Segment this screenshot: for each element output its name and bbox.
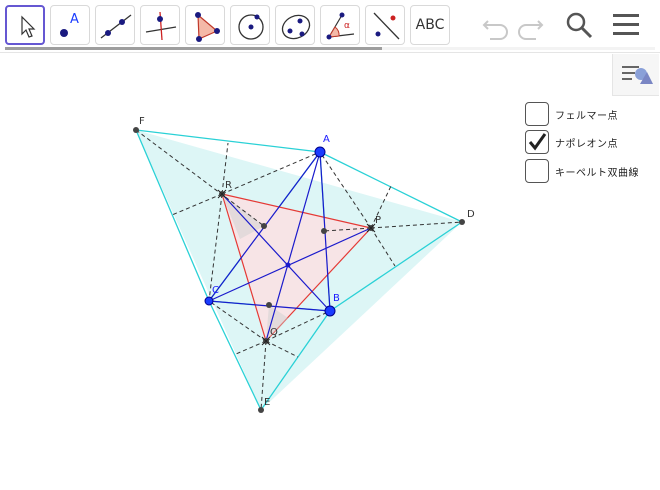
toolbar-scroll-track[interactable] — [5, 47, 655, 50]
move-tool-button[interactable] — [5, 5, 45, 45]
checkbox-napoleon-label: ナポレオン点 — [555, 138, 618, 150]
checkbox-napoleon[interactable]: ナポレオン点 — [525, 129, 618, 155]
checkbox-fermat-box[interactable] — [525, 102, 549, 126]
search-button[interactable] — [562, 8, 596, 42]
menu-icon — [613, 14, 639, 35]
point-tool-glyph: A — [70, 12, 79, 27]
reflect-tool-button[interactable] — [365, 5, 405, 45]
polygon-icon — [195, 12, 220, 42]
style-bar-toggle[interactable] — [612, 54, 659, 96]
toolbar-scroll-thumb[interactable] — [5, 47, 382, 50]
angle-icon — [326, 12, 355, 40]
circle-tool-button[interactable] — [230, 5, 270, 45]
point-c[interactable] — [204, 296, 214, 306]
label-d: D — [467, 209, 475, 220]
polygon-tool-button[interactable] — [185, 5, 225, 45]
label-c: C — [212, 285, 219, 296]
label-q: Q — [270, 327, 278, 338]
point-d[interactable] — [459, 219, 465, 225]
line-icon — [100, 14, 132, 39]
reflect-icon — [373, 12, 400, 40]
point-f[interactable] — [133, 127, 139, 133]
label-e: E — [264, 397, 270, 408]
undo-icon — [482, 20, 508, 40]
angle-tool-glyph: α — [344, 21, 350, 31]
line-tool-button[interactable] — [95, 5, 135, 45]
menu-button[interactable] — [609, 8, 643, 42]
centroid-point-3 — [266, 302, 272, 308]
point-a[interactable] — [314, 146, 326, 158]
conic-tool-button[interactable] — [275, 5, 315, 45]
point-b[interactable] — [324, 305, 336, 317]
label-a: A — [323, 134, 330, 145]
redo-icon — [518, 20, 544, 40]
check-icon — [528, 133, 547, 151]
napoleon-point[interactable] — [285, 262, 291, 268]
search-icon — [566, 12, 593, 39]
circle-icon — [238, 14, 264, 40]
point-tool-button[interactable]: A — [50, 5, 90, 45]
toolbar: A α ABC — [0, 0, 660, 50]
label-f: F — [139, 116, 145, 127]
checkbox-kiepert-box[interactable] — [525, 159, 549, 183]
text-tool-button[interactable]: ABC — [410, 5, 450, 45]
label-r: R — [225, 180, 232, 191]
cursor-arrow-icon — [21, 15, 36, 38]
style-bar-icon — [622, 66, 653, 84]
centroid-point-2 — [321, 228, 327, 234]
perpendicular-line-icon — [145, 11, 177, 41]
label-b: B — [333, 293, 340, 304]
angle-tool-button[interactable]: α — [320, 5, 360, 45]
label-p: P — [375, 215, 381, 226]
checkbox-kiepert[interactable]: キーペルト双曲線 — [525, 158, 639, 184]
text-tool-label: ABC — [415, 17, 445, 33]
ellipse-icon — [281, 14, 311, 40]
perpendicular-line-tool-button[interactable] — [140, 5, 180, 45]
redo-button[interactable] — [514, 8, 548, 42]
undo-button[interactable] — [478, 8, 512, 42]
checkbox-napoleon-box[interactable] — [525, 130, 549, 154]
centroid-point-1 — [261, 223, 267, 229]
checkbox-fermat-label: フェルマー点 — [555, 110, 618, 122]
checkbox-fermat[interactable]: フェルマー点 — [525, 101, 618, 127]
checkbox-kiepert-label: キーペルト双曲線 — [555, 167, 639, 179]
